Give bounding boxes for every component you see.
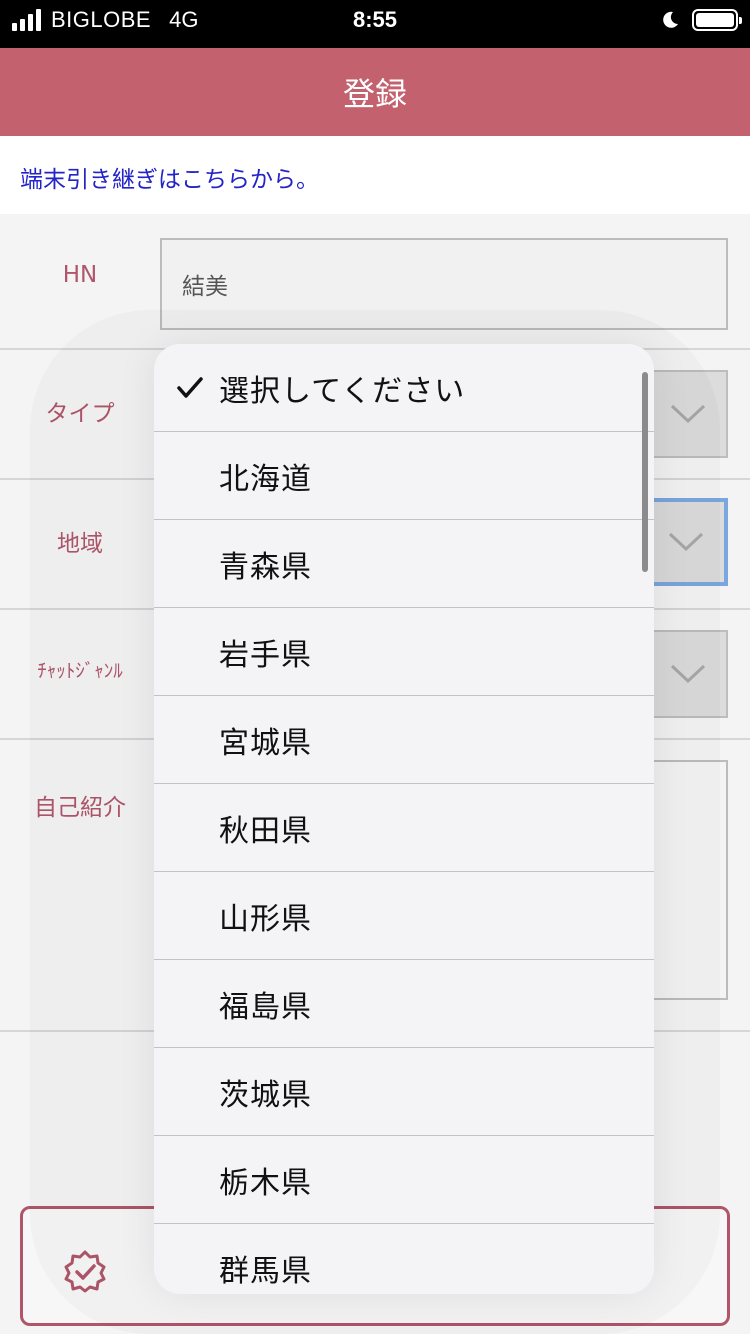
device-transfer-link[interactable]: 端末引き継ぎはこちらから。 xyxy=(20,160,319,194)
picker-option[interactable]: 福島県 xyxy=(154,960,654,1048)
picker-option-label: 群馬県 xyxy=(219,1253,312,1289)
picker-option-label: 青森県 xyxy=(219,549,312,585)
picker-option[interactable]: 山形県 xyxy=(154,872,654,960)
moon-icon xyxy=(663,11,678,28)
picker-option[interactable]: 群馬県 xyxy=(154,1224,654,1294)
picker-option-label: 秋田県 xyxy=(219,813,312,849)
picker-option-label: 山形県 xyxy=(219,901,312,937)
status-bar: BIGLOBE 4G 8:55 xyxy=(0,0,750,48)
picker-option[interactable]: 秋田県 xyxy=(154,784,654,872)
hn-input-value: 結美 xyxy=(182,274,228,300)
picker-option-label: 茨城県 xyxy=(219,1077,312,1113)
picker-option-label: 福島県 xyxy=(219,989,312,1025)
picker-option[interactable]: 栃木県 xyxy=(154,1136,654,1224)
picker-option-label: 宮城県 xyxy=(219,725,312,761)
picker-option[interactable]: 青森県 xyxy=(154,520,654,608)
picker-option-label: 栃木県 xyxy=(219,1165,312,1201)
battery-icon xyxy=(692,9,742,31)
picker-scrollbar[interactable] xyxy=(642,372,648,572)
picker-option[interactable]: 北海道 xyxy=(154,432,654,520)
picker-option-label: 岩手県 xyxy=(219,637,312,673)
page-title: 登録 xyxy=(342,75,407,113)
picker-option-placeholder[interactable]: 選択してください xyxy=(154,344,654,432)
checkmark-icon xyxy=(177,377,203,398)
region-picker[interactable]: 群馬県 栃木県 茨城県 福島県 山形県 秋田県 宮城県 岩手県 青森県 北海道 選択してください xyxy=(154,344,654,1294)
picker-option[interactable]: 茨城県 xyxy=(154,1048,654,1136)
status-time: 8:55 xyxy=(352,7,398,32)
page-header: 登録 xyxy=(0,48,750,136)
picker-option[interactable]: 岩手県 xyxy=(154,608,654,696)
picker-option-label: 北海道 xyxy=(219,461,312,497)
picker-option-label: 選択してください xyxy=(219,373,466,409)
picker-option[interactable]: 宮城県 xyxy=(154,696,654,784)
hn-label: HN xyxy=(62,262,98,288)
status-right xyxy=(660,0,742,40)
